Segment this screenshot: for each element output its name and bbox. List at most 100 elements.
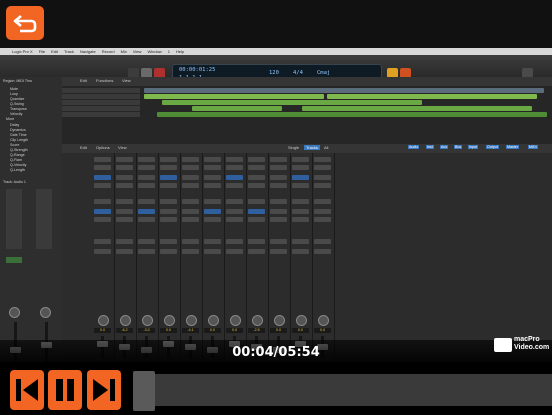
mixer-edit-menu[interactable]: Edit [80,145,87,150]
mixer-view-menu[interactable]: View [118,145,127,150]
plugin-slot[interactable] [248,183,265,188]
plugin-slot[interactable] [248,175,265,180]
plugin-slot[interactable] [182,199,199,204]
plugin-slot[interactable] [94,209,111,214]
inspector-param[interactable]: Transpose [10,107,27,111]
plugin-slot[interactable] [314,157,331,162]
plugin-slot[interactable] [160,165,177,170]
pan-knob[interactable] [296,315,307,326]
plugin-slot[interactable] [226,165,243,170]
plugin-slot[interactable] [116,183,133,188]
plugin-slot[interactable] [160,217,177,222]
plugin-slot[interactable] [248,239,265,244]
plugin-slot[interactable] [270,175,287,180]
inspector-param[interactable]: Q-Swing [10,102,24,106]
plugin-slot[interactable] [226,157,243,162]
mixer-filter[interactable]: Aux [440,145,449,149]
back-button[interactable] [6,6,44,40]
mixer-filter[interactable]: Audio [408,145,420,149]
plugin-slot[interactable] [248,157,265,162]
mixer-filter[interactable]: Bus [454,145,463,149]
skip-back-button[interactable] [10,370,44,410]
inspector-param[interactable]: Velocity [10,112,22,116]
plugin-slot[interactable] [94,165,111,170]
plugin-slot[interactable] [270,217,287,222]
track-header[interactable] [62,94,140,99]
tracks-view-menu[interactable]: View [122,78,131,83]
plugin-slot[interactable] [270,157,287,162]
plugin-slot[interactable] [226,183,243,188]
plugin-slot[interactable] [182,175,199,180]
track-header[interactable] [62,112,140,117]
pan-knob[interactable] [318,315,329,326]
pan-knob[interactable] [274,315,285,326]
plugin-slot[interactable] [204,175,221,180]
inspector-param[interactable]: Delay [10,123,19,127]
plugin-slot[interactable] [204,249,221,254]
plugin-slot[interactable] [116,175,133,180]
menu-item[interactable]: File [39,49,45,54]
plugin-slot[interactable] [116,249,133,254]
menu-item[interactable]: Mix [121,49,127,54]
plugin-slot[interactable] [138,199,155,204]
plugin-slot[interactable] [226,217,243,222]
track-header[interactable] [62,88,140,93]
inspector-param[interactable]: More [6,117,14,121]
plugin-slot[interactable] [94,217,111,222]
track-region[interactable] [192,106,282,111]
track-region[interactable] [157,112,547,117]
track-region[interactable] [327,94,537,99]
menu-item[interactable]: Edit [51,49,58,54]
pan-knob[interactable] [9,307,20,318]
plugin-slot[interactable] [226,209,243,214]
plugin-slot[interactable] [182,183,199,188]
plugin-slot[interactable] [94,199,111,204]
plugin-slot[interactable] [314,175,331,180]
track-region[interactable] [144,88,544,93]
pan-knob[interactable] [230,315,241,326]
mixer-filter[interactable]: MIDI [528,145,538,149]
plugin-slot[interactable] [116,209,133,214]
plugin-slot[interactable] [226,175,243,180]
plugin-slot[interactable] [182,217,199,222]
track-region[interactable] [144,94,324,99]
region-inspector-title[interactable]: Region: MIDI Thru [3,79,32,83]
pan-knob[interactable] [186,315,197,326]
plugin-slot[interactable] [248,209,265,214]
plugin-slot[interactable] [116,217,133,222]
plugin-slot[interactable] [226,249,243,254]
plugin-slot[interactable] [204,183,221,188]
plugin-slot[interactable] [314,217,331,222]
plugin-slot[interactable] [138,209,155,214]
video-frame[interactable]: Logic Pro X File Edit Track Navigate Rec… [0,48,552,362]
plugin-slot[interactable] [292,157,309,162]
plugin-slot[interactable] [94,239,111,244]
plugin-slot[interactable] [182,249,199,254]
menu-item[interactable]: Help [176,49,184,54]
plugin-slot[interactable] [94,183,111,188]
inspector-param[interactable]: Loop [10,92,18,96]
plugin-slot[interactable] [182,239,199,244]
plugin-slot[interactable] [270,249,287,254]
plugin-slot[interactable] [138,249,155,254]
mixer-mode-all[interactable]: All [324,145,328,150]
plugin-slot[interactable] [314,249,331,254]
plugin-slot[interactable] [138,239,155,244]
tracks-area[interactable] [62,86,552,144]
plugin-slot[interactable] [204,199,221,204]
mixer-filter[interactable]: Output [486,145,499,149]
plugin-slot[interactable] [182,157,199,162]
plugin-slot[interactable] [160,209,177,214]
track-header[interactable] [62,100,140,105]
plugin-slot[interactable] [226,239,243,244]
plugin-slot[interactable] [204,209,221,214]
plugin-slot[interactable] [138,157,155,162]
track-region[interactable] [162,100,422,105]
plugin-slot[interactable] [270,209,287,214]
mixer-mode-tracks[interactable]: Tracks [304,145,320,150]
inspector-param[interactable]: Gate Time [10,133,27,137]
menu-item[interactable]: Logic Pro X [12,49,33,54]
plugin-slot[interactable] [248,165,265,170]
menu-item[interactable]: Track [64,49,74,54]
plugin-slot[interactable] [182,209,199,214]
